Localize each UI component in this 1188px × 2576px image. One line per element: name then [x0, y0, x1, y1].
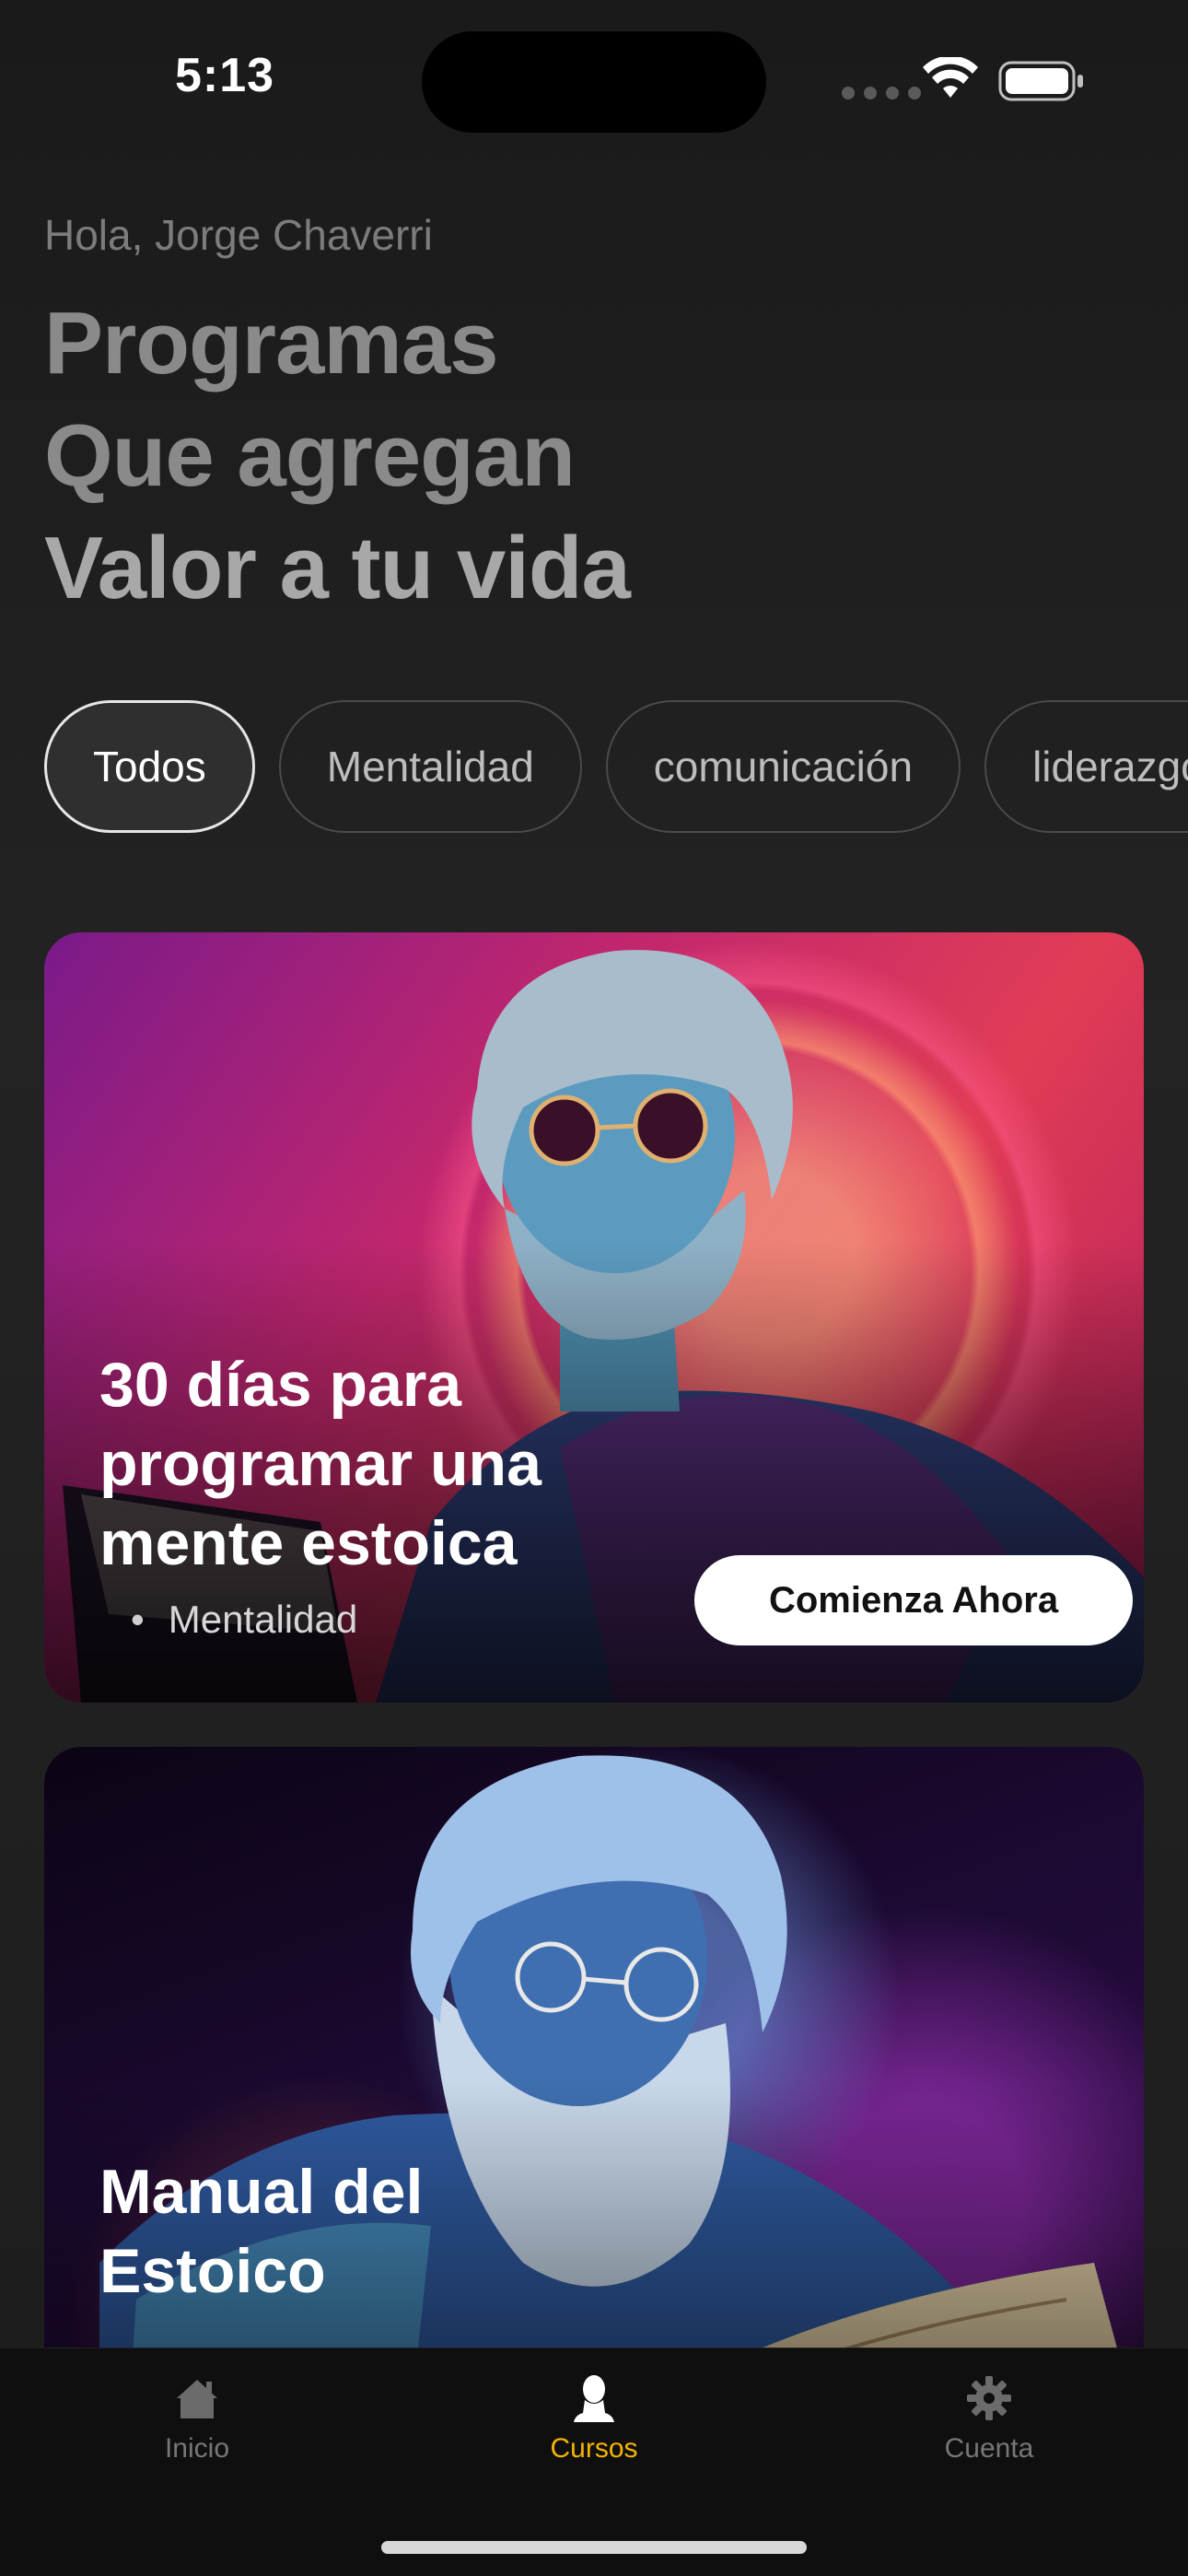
category-filters: Todos Mentalidad comunicación liderazgo	[44, 700, 1188, 833]
greeting: Hola, Jorge Chaverri	[44, 211, 433, 259]
cellular-signal-icon	[842, 87, 921, 100]
course-title: 30 días para programar una mente estoica	[99, 1350, 542, 1578]
course-category: • Mentalidad	[131, 1598, 357, 1642]
headline-line-2: Que agregan	[44, 406, 576, 505]
page-headline: Programas Que agregan Valor a tu vida	[44, 287, 631, 625]
tab-cuenta-label: Cuenta	[944, 2433, 1034, 2464]
battery-icon	[998, 61, 1083, 101]
course-card[interactable]: 30 días para programar una mente estoica…	[44, 932, 1144, 1703]
home-icon	[177, 2380, 217, 2418]
tab-inicio-label: Inicio	[164, 2433, 230, 2464]
tab-cuenta[interactable]: Cuenta	[897, 2372, 1081, 2465]
filter-chip-liderazgo[interactable]: liderazgo	[984, 700, 1188, 833]
courses-screen: 5:13 Hola, Jorge Chaverri Programas Que …	[0, 0, 1188, 2576]
filter-chip-todos[interactable]: Todos	[44, 700, 255, 833]
bullet-icon: •	[131, 1598, 145, 1641]
home-indicator[interactable]	[381, 2541, 807, 2554]
course-title: Manual del Estoico	[99, 2157, 424, 2306]
start-now-button[interactable]: Comienza Ahora	[694, 1555, 1133, 1645]
tab-cursos[interactable]: Cursos	[502, 2372, 686, 2465]
tab-inicio[interactable]: Inicio	[105, 2372, 289, 2465]
dynamic-island	[422, 31, 766, 133]
headline-line-3: Valor a tu vida	[44, 519, 631, 617]
headline-line-1: Programas	[44, 294, 499, 392]
filter-chip-mentalidad[interactable]: Mentalidad	[278, 700, 582, 833]
gear-icon	[967, 2376, 1011, 2420]
status-time: 5:13	[175, 49, 275, 102]
wifi-icon	[923, 57, 978, 98]
course-category-label: Mentalidad	[168, 1598, 358, 1641]
status-bar: 5:13	[0, 0, 1188, 157]
tab-cursos-label: Cursos	[550, 2433, 638, 2464]
filter-chip-comunicacion[interactable]: comunicación	[605, 700, 961, 833]
bust-icon	[574, 2375, 614, 2422]
